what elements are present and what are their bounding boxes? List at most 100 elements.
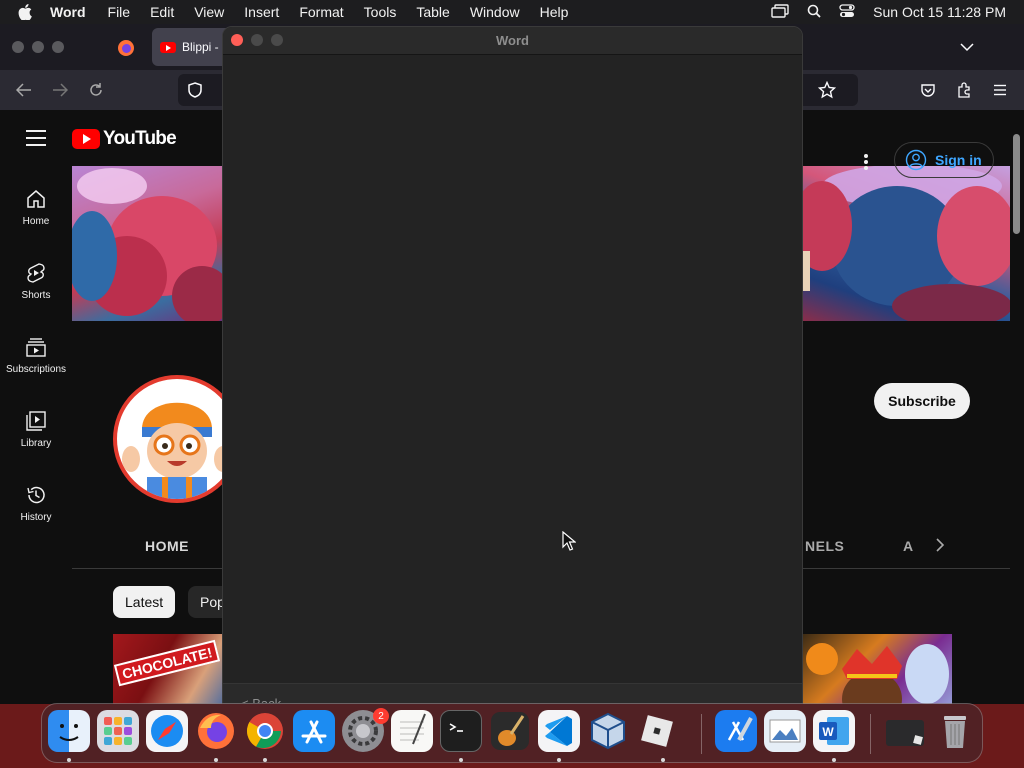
safari-icon[interactable] [146,710,188,752]
menu-format[interactable]: Format [299,4,343,20]
menu-window[interactable]: Window [470,4,520,20]
menu-insert[interactable]: Insert [244,4,279,20]
chip-latest[interactable]: Latest [113,586,176,618]
shorts-icon [27,263,45,283]
virtualbox-icon[interactable] [587,710,629,752]
page-scrollbar-thumb[interactable] [1013,134,1020,234]
channel-tab-about[interactable]: A [903,538,913,554]
apple-menu-icon[interactable] [18,4,36,20]
menubar-clock[interactable]: Sun Oct 15 11:28 PM [873,4,1006,20]
menu-view[interactable]: View [194,4,224,20]
sidebar-item-label: Shorts [21,290,51,301]
firefox-icon[interactable] [195,710,237,752]
sidebar-item-label: Subscriptions [5,364,67,375]
word-content-area[interactable] [223,55,802,683]
sidebar-item-library[interactable]: Library [0,410,72,449]
launchpad-icon[interactable] [97,710,139,752]
sidebar-item-shorts[interactable]: Shorts [0,262,72,301]
bookmark-star-icon[interactable] [817,80,837,100]
forward-arrow-icon[interactable] [50,80,70,100]
screen-mirroring-icon[interactable] [771,3,789,21]
firefox-view-tab-icon[interactable] [114,36,138,60]
downloads-stack-icon[interactable] [884,710,926,752]
library-icon [26,411,46,431]
subscribe-button[interactable]: Subscribe [874,383,970,419]
youtube-logo[interactable]: YouTube [72,128,177,150]
spotlight-search-icon[interactable] [807,4,821,21]
reload-icon[interactable] [86,80,106,100]
word-window: Word < Back [222,26,803,704]
running-indicator [661,758,665,762]
dock-separator [701,714,702,754]
system-settings-notification-badge: 2 [373,708,389,724]
dock: W [41,703,983,763]
menu-app-name[interactable]: Word [50,4,86,20]
youtube-play-logo-icon [72,129,100,149]
garageband-icon[interactable] [489,710,531,752]
running-indicator [557,758,561,762]
sidebar-item-subscriptions[interactable]: Subscriptions [0,336,72,375]
sign-in-label: Sign in [935,152,982,168]
browser-zoom-button[interactable] [52,41,64,53]
running-indicator [67,758,71,762]
word-footer: < Back [223,683,802,703]
channel-banner-right [802,166,1010,321]
sign-in-button[interactable]: Sign in [894,142,994,178]
word-icon[interactable]: W [813,710,855,752]
preview-icon[interactable] [764,710,806,752]
chrome-icon[interactable] [244,710,286,752]
menu-file[interactable]: File [108,4,131,20]
home-icon [27,190,45,208]
running-indicator [263,758,267,762]
subscriptions-icon [26,338,46,357]
extensions-puzzle-icon[interactable] [954,80,974,100]
tracking-protection-shield-icon[interactable] [188,82,202,103]
word-window-title: Word [496,33,529,48]
sidebar-item-home[interactable]: Home [0,188,72,227]
channel-tab-channels[interactable]: NELS [805,538,844,554]
youtube-logo-text: YouTube [103,128,177,149]
account-circle-icon [905,149,927,171]
vscode-icon[interactable] [538,710,580,752]
video-thumbnail-chocolate[interactable]: CHOCOLATE! [113,634,223,704]
trash-icon[interactable] [934,710,976,752]
sidebar-item-label: Home [22,216,50,227]
running-indicator [214,758,218,762]
browser-close-button[interactable] [12,41,24,53]
browser-tab-title: Blippi - [182,40,219,54]
channel-banner-left [72,166,222,321]
menu-tools[interactable]: Tools [364,4,397,20]
back-arrow-icon[interactable] [14,80,34,100]
running-indicator [459,758,463,762]
menu-bar: Word File Edit View Insert Format Tools … [0,0,1024,24]
dock-separator [870,714,871,754]
youtube-guide-menu-icon[interactable] [26,130,46,146]
thumbnail-text: CHOCOLATE! [113,639,221,687]
terminal-icon[interactable] [440,710,482,752]
textedit-icon[interactable] [391,710,433,752]
app-store-icon[interactable] [293,710,335,752]
sidebar-item-history[interactable]: History [0,484,72,523]
control-center-icon[interactable] [839,3,855,21]
app-menu-hamburger-icon[interactable] [990,80,1010,100]
menu-table[interactable]: Table [416,4,449,20]
menu-edit[interactable]: Edit [150,4,174,20]
browser-minimize-button[interactable] [32,41,44,53]
svg-text:W: W [822,725,834,739]
pocket-icon[interactable] [918,80,938,100]
running-indicator [832,758,836,762]
more-options-kebab-icon[interactable] [858,152,874,172]
roblox-icon[interactable] [636,710,678,752]
sidebar-item-label: Library [20,438,52,449]
tabs-scroll-right-chevron-icon[interactable] [934,538,946,557]
xcode-icon[interactable] [715,710,757,752]
sidebar-item-label: History [20,512,52,523]
youtube-favicon-icon [160,41,176,53]
word-titlebar[interactable]: Word [223,27,802,55]
finder-icon[interactable] [48,710,90,752]
history-icon [27,486,45,504]
tab-list-chevron-down-icon[interactable] [960,39,974,57]
video-thumbnail-halloween[interactable] [802,634,952,704]
menu-help[interactable]: Help [540,4,569,20]
channel-tab-home[interactable]: HOME [145,538,189,554]
